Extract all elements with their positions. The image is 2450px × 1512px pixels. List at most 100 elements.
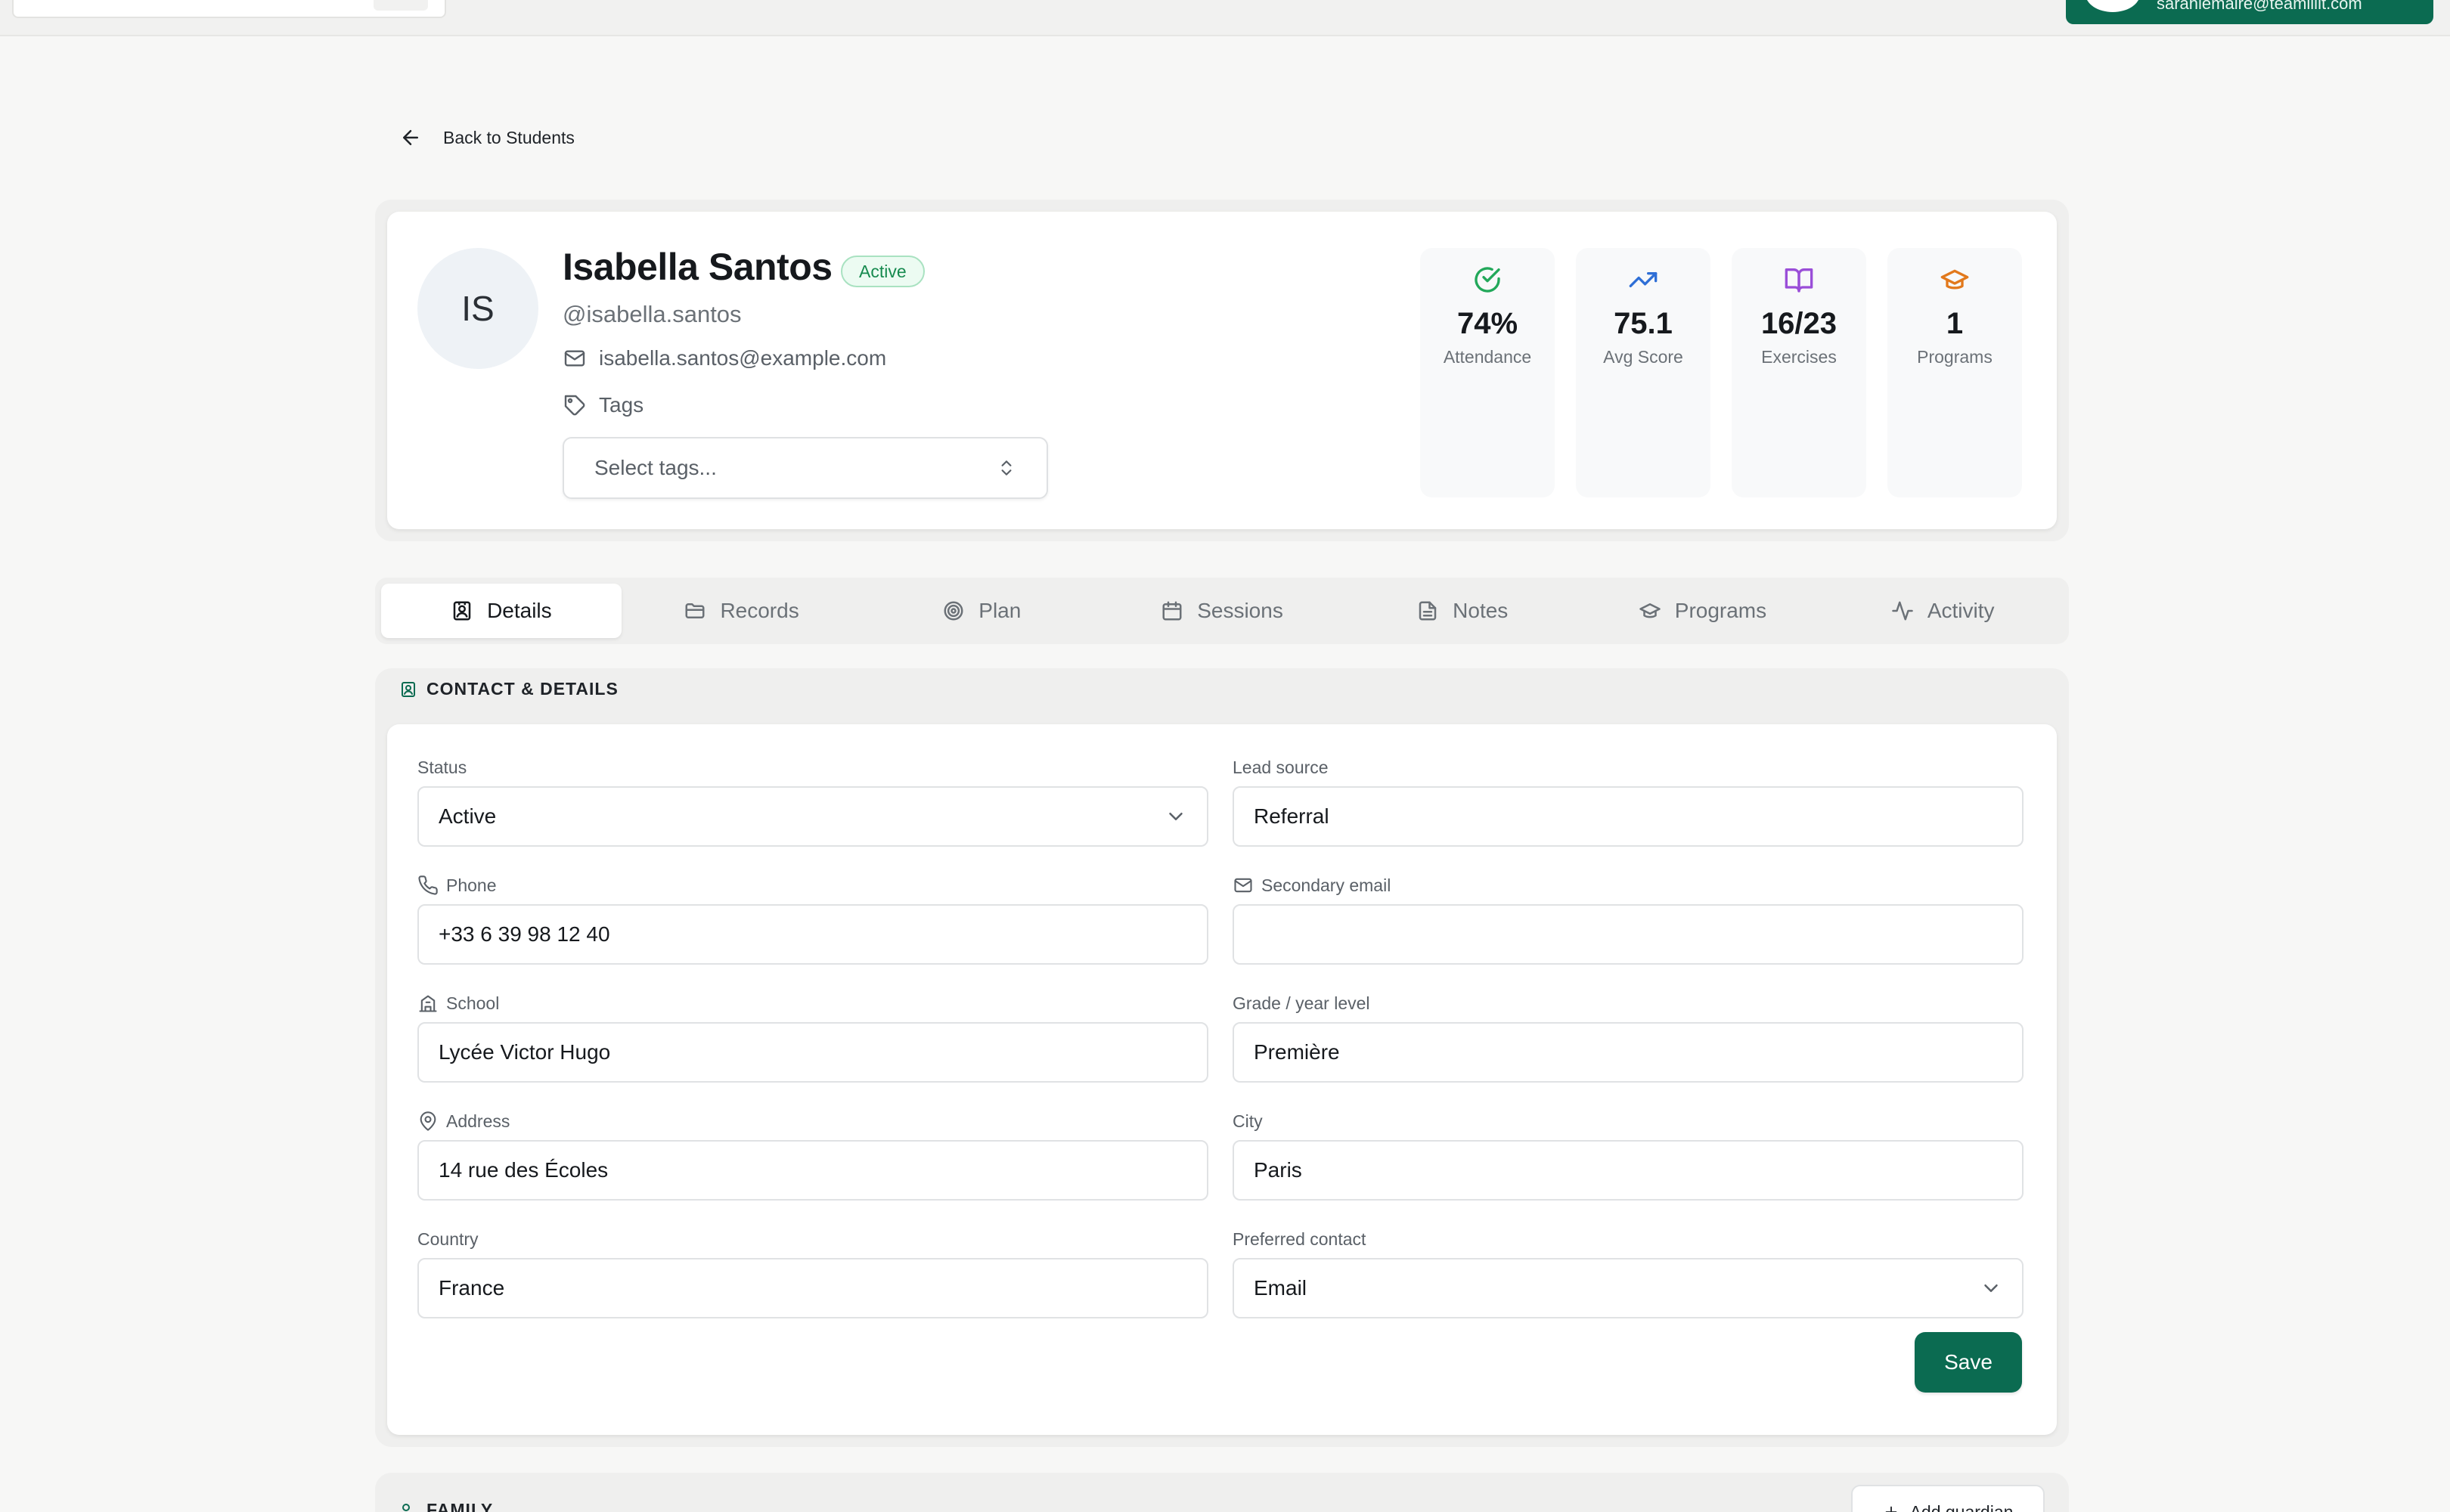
user-avatar [2086,0,2140,12]
address-input[interactable]: 14 rue des Écoles [417,1140,1208,1201]
family-section-title: FAMILY [426,1500,494,1512]
users-icon [402,1503,410,1512]
school-icon [419,995,437,1012]
lead-source-value: Referral [1254,804,1329,828]
stat-avg-score-value: 75.1 [1614,307,1673,340]
grade-input[interactable]: Première [1233,1022,2024,1083]
tab-activity[interactable]: Activity [1822,584,2063,638]
save-button[interactable]: Save [1915,1332,2022,1393]
lead-source-input[interactable]: Referral [1233,786,2024,847]
address-label: Address [446,1111,510,1131]
student-tabs: Details Records Plan Sessions Notes Prog… [375,578,2069,644]
back-link-label: Back to Students [443,127,575,147]
mail-icon [1234,878,1252,893]
status-badge: Active [841,256,925,287]
tab-plan[interactable]: Plan [861,584,1102,638]
contact-details-section: CONTACT & DETAILS Status Active Lead sou… [375,668,2069,1447]
activity-icon [1892,601,1913,621]
phone-input[interactable]: +33 6 39 98 12 40 [417,904,1208,965]
city-label: City [1233,1111,1263,1131]
stat-attendance: 74% Attendance [1420,248,1555,497]
tags-select-placeholder: Select tags... [594,456,717,479]
status-value: Active [439,804,497,828]
family-section: FAMILY Add guardian [375,1473,2069,1512]
school-value: Lycée Victor Hugo [439,1040,611,1064]
school-field: School Lycée Victor Hugo [417,992,1208,1083]
contact-icon [402,681,415,697]
lead-source-field: Lead source Referral [1233,756,2024,847]
city-input[interactable]: Paris [1233,1140,2024,1201]
stat-programs-label: Programs [1917,347,1993,367]
tab-notes-label: Notes [1453,599,1509,622]
status-select[interactable]: Active [417,786,1208,847]
file-text-icon [1419,601,1437,621]
stat-exercises-value: 16/23 [1760,307,1838,340]
student-header-card: IS Isabella Santos Active @isabella.sant… [387,212,2057,529]
back-to-students-link[interactable]: Back to Students [399,122,575,153]
preferred-contact-select[interactable]: Email [1233,1258,2024,1318]
stat-avg-score-label: Avg Score [1603,347,1683,367]
stat-attendance-label: Attendance [1443,347,1532,367]
secondary-email-field: Secondary email [1233,874,2024,965]
preferred-contact-value: Email [1254,1276,1307,1300]
add-guardian-label: Add guardian [1909,1501,2014,1512]
chevron-down-icon [1984,1284,1998,1292]
phone-label: Phone [446,875,497,895]
city-field: City Paris [1233,1110,2024,1201]
tags-row: Tags [563,393,644,417]
status-field: Status Active [417,756,1208,847]
address-field: Address 14 rue des Écoles [417,1110,1208,1201]
grade-field: Grade / year level Première [1233,992,2024,1083]
stat-exercises: 16/23 Exercises [1732,248,1866,497]
graduation-cap-icon [1639,603,1661,618]
section-header: CONTACT & DETAILS [399,679,619,699]
secondary-email-label: Secondary email [1261,875,1391,895]
book-open-icon [1785,268,1813,293]
student-handle: @isabella.santos [563,301,742,327]
secondary-email-input[interactable] [1233,904,2024,965]
phone-value: +33 6 39 98 12 40 [439,922,610,946]
student-email-row: isabella.santos@example.com [563,346,886,370]
tab-programs[interactable]: Programs [1583,584,1823,638]
contact-icon [453,601,471,621]
target-icon [944,601,963,621]
mail-icon [564,350,585,367]
chevron-down-icon [1169,813,1183,820]
school-input[interactable]: Lycée Victor Hugo [417,1022,1208,1083]
top-bar: sarahlemaire@teamlilit.com [0,0,2450,36]
graduation-cap-icon [1940,269,1969,290]
student-avatar: IS [417,248,538,369]
trending-up-icon [1629,272,1658,287]
preferred-contact-label: Preferred contact [1233,1228,1366,1249]
tab-notes[interactable]: Notes [1342,584,1583,638]
map-pin-icon [420,1111,436,1131]
family-section-header: FAMILY [399,1500,493,1512]
global-search-input[interactable] [12,0,446,18]
school-label: School [446,993,500,1013]
plus-icon [1885,1506,1896,1512]
preferred-contact-field: Preferred contact Email [1233,1228,2024,1318]
add-guardian-button[interactable]: Add guardian [1851,1485,2045,1512]
grade-label: Grade / year level [1233,993,1370,1013]
calendar-icon [1162,601,1182,621]
arrow-left-icon [403,130,418,145]
check-circle-icon [1475,267,1500,293]
tab-programs-label: Programs [1674,599,1767,622]
section-title: CONTACT & DETAILS [426,679,619,699]
tab-sessions[interactable]: Sessions [1102,584,1342,638]
status-label: Status [417,757,467,777]
student-email: isabella.santos@example.com [599,346,887,370]
tab-records[interactable]: Records [622,584,862,638]
stat-avg-score: 75.1 Avg Score [1576,248,1710,497]
lead-source-label: Lead source [1233,757,1329,777]
phone-field: Phone +33 6 39 98 12 40 [417,874,1208,965]
country-field: Country France [417,1228,1208,1318]
shortcut-hint [374,0,428,11]
tags-label: Tags [599,393,644,417]
stat-programs-value: 1 [1946,307,1964,340]
tags-select[interactable]: Select tags... [563,437,1048,499]
user-menu-button[interactable]: sarahlemaire@teamlilit.com [2066,0,2433,24]
country-input[interactable]: France [417,1258,1208,1318]
tab-details[interactable]: Details [381,584,622,638]
user-email: sarahlemaire@teamlilit.com [2157,0,2362,13]
